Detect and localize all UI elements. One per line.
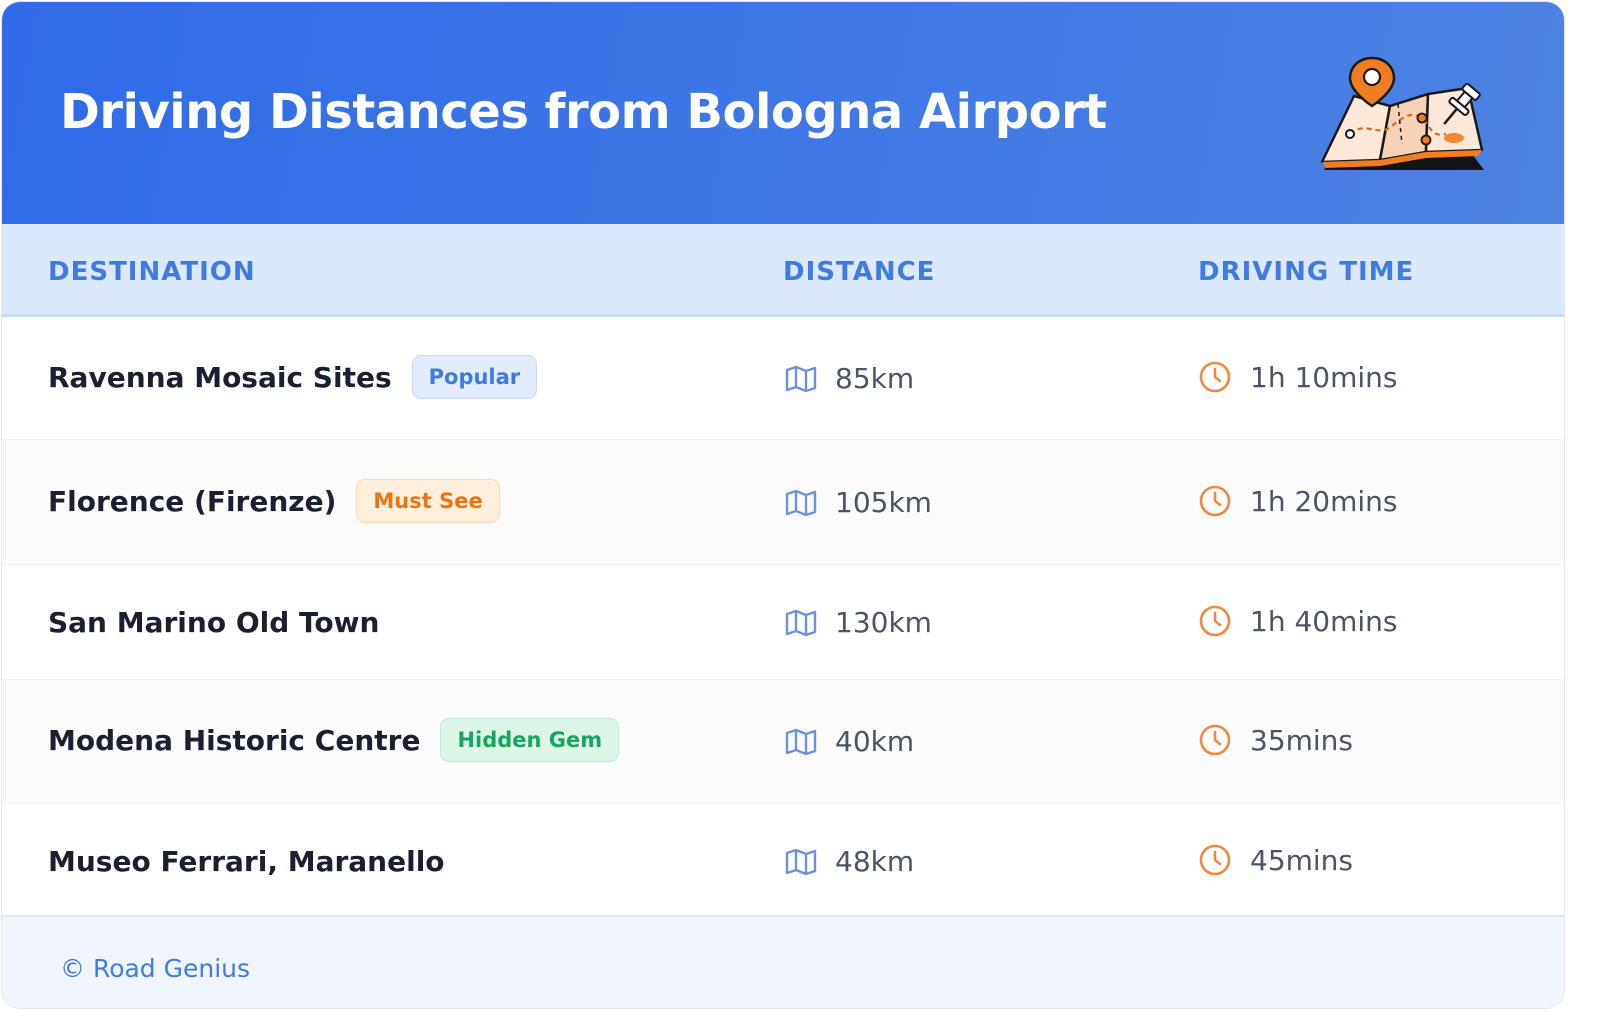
map-with-pins-icon — [1320, 56, 1484, 170]
driving-time-value: 1h 40mins — [1250, 604, 1398, 638]
distance-value: 85km — [835, 362, 915, 395]
table-row: Museo Ferrari, Maranello 48km 45mins — [2, 804, 1564, 915]
page-title: Driving Distances from Bologna Airport — [60, 84, 1107, 140]
clock-icon — [1199, 605, 1231, 637]
clock-icon — [1199, 844, 1231, 876]
destination-name: Ravenna Mosaic Sites — [48, 360, 392, 394]
driving-time-value: 45mins — [1250, 843, 1354, 877]
card-header: Driving Distances from Bologna Airport — [2, 2, 1564, 224]
footer-credit-link[interactable]: © Road Genius — [60, 954, 250, 983]
status-badge: Popular — [411, 355, 538, 399]
folded-map-icon — [785, 365, 817, 392]
table-row: Modena Historic Centre Hidden Gem 40km 3… — [2, 680, 1564, 804]
table-row: Ravenna Mosaic Sites Popular 85km 1h 10m… — [2, 317, 1564, 440]
folded-map-icon — [785, 848, 817, 875]
status-badge: Must See — [356, 479, 500, 523]
table-header: DESTINATION DISTANCE DRIVING TIME — [2, 224, 1564, 317]
status-badge: Hidden Gem — [440, 718, 620, 762]
distance-value: 40km — [835, 725, 915, 758]
destination-name: Museo Ferrari, Maranello — [48, 845, 445, 878]
folded-map-icon — [785, 489, 817, 516]
clock-icon — [1199, 361, 1231, 393]
folded-map-icon — [785, 609, 817, 636]
destination-name: Modena Historic Centre — [48, 723, 421, 757]
column-header-distance: DISTANCE — [783, 257, 936, 287]
destination-name: Florence (Firenze) — [48, 484, 337, 518]
column-header-driving-time: DRIVING TIME — [1198, 257, 1415, 287]
table-row: San Marino Old Town 130km 1h 40mins — [2, 565, 1564, 680]
distance-card: Driving Distances from Bologna Airport D… — [2, 2, 1564, 1008]
driving-time-value: 1h 10mins — [1250, 360, 1398, 394]
clock-icon — [1199, 724, 1231, 756]
folded-map-icon — [785, 728, 817, 755]
column-header-destination: DESTINATION — [48, 257, 256, 287]
destination-name: San Marino Old Town — [48, 606, 380, 639]
table-row: Florence (Firenze) Must See 105km 1h 20m… — [2, 440, 1564, 565]
distance-value: 48km — [835, 845, 915, 878]
clock-icon — [1199, 485, 1231, 517]
distance-value: 130km — [835, 606, 932, 639]
distance-value: 105km — [835, 486, 932, 519]
driving-time-value: 35mins — [1250, 723, 1354, 757]
driving-time-value: 1h 20mins — [1250, 484, 1398, 518]
card-footer: © Road Genius — [2, 915, 1564, 1008]
